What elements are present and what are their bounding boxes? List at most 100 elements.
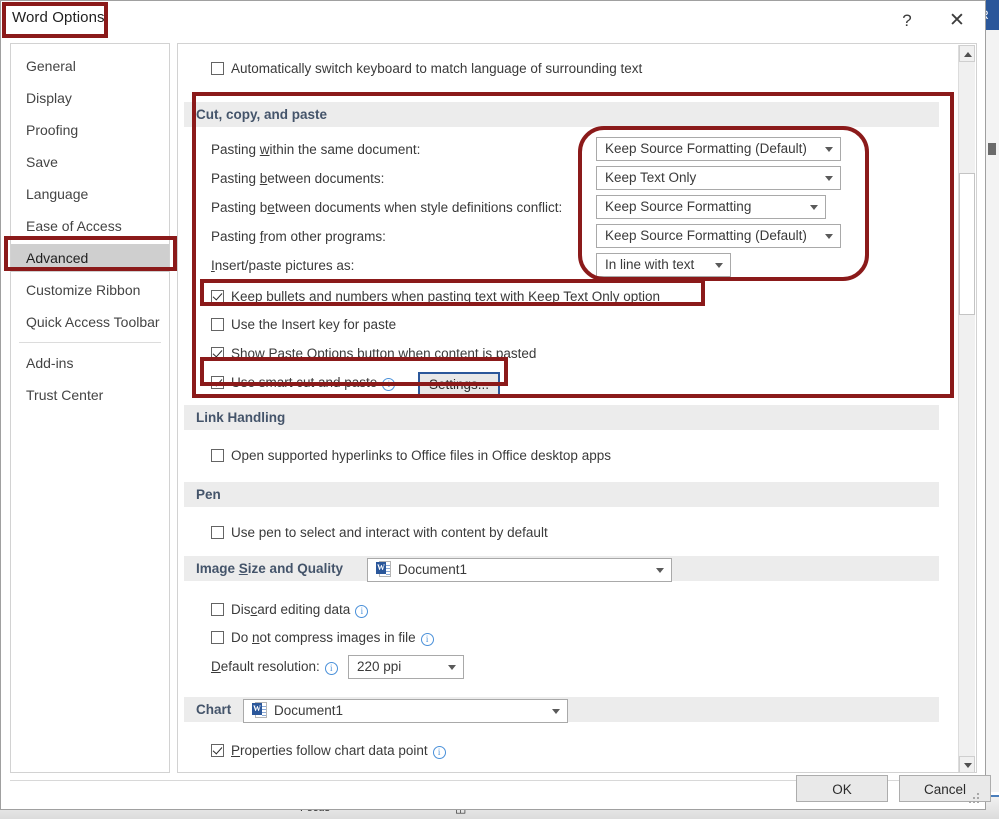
checkbox-label: Automatically switch keyboard to match l… bbox=[231, 61, 642, 76]
sidebar-item-customize-ribbon[interactable]: Customize Ribbon bbox=[11, 276, 169, 304]
sidebar-item-label: Ease of Access bbox=[26, 218, 122, 234]
checkbox-row-use-smart-cut-paste[interactable]: Use smart cut and pastei bbox=[211, 375, 395, 391]
background-scroll-marker bbox=[988, 143, 996, 155]
chevron-down-icon bbox=[552, 709, 560, 714]
chevron-down-icon bbox=[810, 205, 818, 210]
chevron-down-icon bbox=[825, 147, 833, 152]
label-pasting-other-programs: Pasting from other programs: bbox=[211, 229, 386, 244]
sidebar-item-label: Language bbox=[26, 186, 88, 202]
checkbox-auto-switch-keyboard[interactable] bbox=[211, 62, 224, 75]
close-icon[interactable]: ✕ bbox=[934, 1, 980, 39]
sidebar-item-language[interactable]: Language bbox=[11, 180, 169, 208]
checkbox-row-auto-switch-keyboard[interactable]: Automatically switch keyboard to match l… bbox=[211, 61, 642, 76]
section-header-cut-copy-paste: Cut, copy, and paste bbox=[184, 102, 939, 127]
checkbox-row-do-not-compress-images[interactable]: Do not compress images in filei bbox=[211, 630, 434, 646]
word-options-dialog: Word Options ? ✕ General Display Proofin… bbox=[0, 0, 986, 810]
chevron-down-icon bbox=[825, 176, 833, 181]
sidebar-item-display[interactable]: Display bbox=[11, 84, 169, 112]
info-icon[interactable]: i bbox=[355, 605, 368, 618]
scroll-up-icon[interactable] bbox=[959, 45, 975, 62]
sidebar-item-proofing[interactable]: Proofing bbox=[11, 116, 169, 144]
label-insert-paste-pictures-as: Insert/paste pictures as: bbox=[211, 258, 354, 273]
options-content-pane: Automatically switch keyboard to match l… bbox=[177, 43, 977, 773]
sidebar-item-save[interactable]: Save bbox=[11, 148, 169, 176]
dropdown-value: In line with text bbox=[605, 257, 694, 272]
dropdown-value: Keep Source Formatting (Default) bbox=[605, 228, 807, 243]
chevron-down-icon bbox=[656, 568, 664, 573]
section-header-pen: Pen bbox=[184, 482, 939, 507]
info-icon[interactable]: i bbox=[433, 746, 446, 759]
scrollbar-track-lower[interactable] bbox=[959, 315, 975, 756]
resize-grip[interactable] bbox=[969, 793, 981, 805]
checkbox-row-keep-bullets-numbers[interactable]: Keep bullets and numbers when pasting te… bbox=[211, 289, 660, 304]
checkbox-open-hyperlinks-desktop-apps[interactable] bbox=[211, 449, 224, 462]
sidebar-item-general[interactable]: General bbox=[11, 52, 169, 80]
scrollbar-track-upper[interactable] bbox=[959, 62, 975, 173]
sidebar-item-trust-center[interactable]: Trust Center bbox=[11, 381, 169, 409]
sidebar-item-add-ins[interactable]: Add-ins bbox=[11, 349, 169, 377]
options-sidebar: General Display Proofing Save Language E… bbox=[10, 43, 170, 773]
dialog-title: Word Options bbox=[12, 9, 105, 26]
chevron-down-icon bbox=[715, 263, 723, 268]
dropdown-value: Keep Text Only bbox=[605, 170, 696, 185]
checkbox-row-use-pen-to-select[interactable]: Use pen to select and interact with cont… bbox=[211, 525, 548, 540]
checkbox-row-open-hyperlinks-desktop-apps[interactable]: Open supported hyperlinks to Office file… bbox=[211, 448, 611, 463]
content-vertical-scrollbar[interactable] bbox=[958, 45, 975, 773]
checkbox-show-paste-options[interactable] bbox=[211, 347, 224, 360]
dropdown-pasting-within-same-document[interactable]: Keep Source Formatting (Default) bbox=[596, 137, 841, 161]
checkbox-keep-bullets-numbers[interactable] bbox=[211, 290, 224, 303]
scrollbar-thumb[interactable] bbox=[959, 173, 975, 315]
dropdown-image-size-scope[interactable]: WDocument1 bbox=[367, 558, 672, 582]
sidebar-item-label: Save bbox=[26, 154, 58, 170]
checkbox-use-smart-cut-paste[interactable] bbox=[211, 376, 224, 389]
dropdown-pasting-style-conflict[interactable]: Keep Source Formatting bbox=[596, 195, 826, 219]
dropdown-insert-paste-pictures-as[interactable]: In line with text bbox=[596, 253, 731, 277]
help-icon[interactable]: ? bbox=[884, 1, 930, 39]
checkbox-do-not-compress-images[interactable] bbox=[211, 631, 224, 644]
sidebar-divider bbox=[19, 342, 161, 343]
chevron-down-icon bbox=[448, 665, 456, 670]
scroll-down-icon[interactable] bbox=[959, 756, 975, 773]
dropdown-pasting-other-programs[interactable]: Keep Source Formatting (Default) bbox=[596, 224, 841, 248]
checkbox-row-properties-follow-chart-data-point[interactable]: Properties follow chart data pointi bbox=[211, 743, 446, 759]
sidebar-item-label: Quick Access Toolbar bbox=[26, 314, 160, 330]
sidebar-item-label: Proofing bbox=[26, 122, 78, 138]
dropdown-value: Keep Source Formatting (Default) bbox=[605, 141, 807, 156]
dropdown-chart-scope[interactable]: W Document1 bbox=[243, 699, 568, 723]
label-pasting-within-same-document: Pasting within the same document: bbox=[211, 142, 420, 157]
sidebar-item-quick-access-toolbar[interactable]: Quick Access Toolbar bbox=[11, 308, 169, 336]
checkbox-discard-editing-data[interactable] bbox=[211, 603, 224, 616]
sidebar-item-label: Customize Ribbon bbox=[26, 282, 140, 298]
sidebar-item-label: Add-ins bbox=[26, 355, 73, 371]
sidebar-item-ease-of-access[interactable]: Ease of Access bbox=[11, 212, 169, 240]
sidebar-item-label: Display bbox=[26, 90, 72, 106]
info-icon[interactable]: i bbox=[325, 662, 338, 675]
smart-cut-paste-settings-button[interactable]: Settings... bbox=[418, 372, 500, 396]
dropdown-value: Document1 bbox=[274, 703, 343, 718]
dropdown-pasting-between-documents[interactable]: Keep Text Only bbox=[596, 166, 841, 190]
checkbox-use-pen-to-select[interactable] bbox=[211, 526, 224, 539]
word-document-icon: W bbox=[252, 702, 267, 718]
checkbox-row-discard-editing-data[interactable]: Discard editing datai bbox=[211, 602, 368, 618]
dialog-titlebar: Word Options ? ✕ bbox=[1, 1, 985, 39]
info-icon[interactable]: i bbox=[382, 378, 395, 391]
advanced-options-list: Automatically switch keyboard to match l… bbox=[178, 44, 945, 773]
info-icon[interactable]: i bbox=[421, 633, 434, 646]
checkbox-label: Use the Insert key for paste bbox=[231, 317, 396, 332]
sidebar-item-label: General bbox=[26, 58, 76, 74]
section-header-link-handling: Link Handling bbox=[184, 405, 939, 430]
dropdown-value: 220 ppi bbox=[357, 659, 401, 674]
chevron-down-icon bbox=[825, 234, 833, 239]
dropdown-default-resolution[interactable]: 220 ppi bbox=[348, 655, 464, 679]
sidebar-item-advanced[interactable]: Advanced bbox=[11, 244, 169, 272]
checkbox-label: Open supported hyperlinks to Office file… bbox=[231, 448, 611, 463]
checkbox-row-use-insert-key[interactable]: Use the Insert key for paste bbox=[211, 317, 396, 332]
checkbox-use-insert-key[interactable] bbox=[211, 318, 224, 331]
dropdown-value: Keep Source Formatting bbox=[605, 199, 751, 214]
checkbox-properties-follow-chart-data-point[interactable] bbox=[211, 744, 224, 757]
checkbox-row-show-paste-options[interactable]: Show Paste Options button when content i… bbox=[211, 346, 536, 361]
label-default-resolution: Default resolution:i bbox=[211, 659, 338, 675]
checkbox-label: Show Paste Options button when content i… bbox=[231, 346, 536, 361]
label-pasting-style-conflict: Pasting between documents when style def… bbox=[211, 200, 562, 215]
ok-button[interactable]: OK bbox=[796, 775, 888, 802]
